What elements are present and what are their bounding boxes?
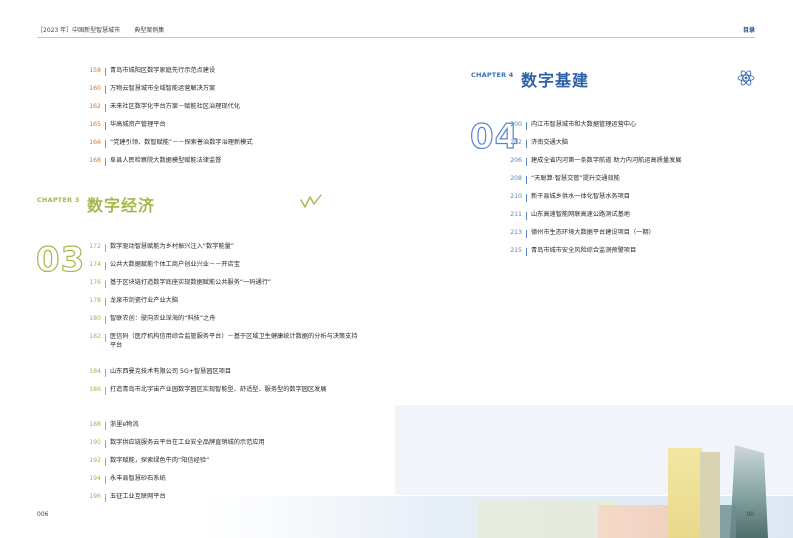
toc-entry-title: 永丰县智慧砂石系统 (110, 475, 166, 482)
toc-divider-bar (526, 230, 527, 238)
toc-entry-title: 青岛市城阳区数字家庭先行示范点建设 (110, 67, 216, 74)
toc-entry-title: 打造青岛市北宇宙产业园数字园区实现智能型、舒适型、服务型的数字园区发展 (110, 386, 327, 393)
toc-entry-title: 公共大数据赋能个体工商户创业兴业－－开店宝 (110, 261, 240, 268)
toc-entry-title: 未来社区数字化平台方案－赋能社区治理现代化 (110, 103, 240, 110)
toc-page-number: 178 (89, 297, 101, 304)
toc-divider-bar (105, 122, 106, 130)
toc-page-number: 168 (89, 157, 101, 164)
toc-entry-title: 数字供应链服务云平台在工业安全品牌直销城的示范应用 (110, 439, 265, 446)
book-title: ［2023 年］中国新型智慧城市 (37, 27, 121, 34)
toc-page-number: 206 (510, 157, 522, 164)
header-divider (37, 37, 755, 38)
running-header: ［2023 年］中国新型智慧城市 典型案例集 (37, 25, 164, 34)
toc-divider-bar (105, 334, 106, 342)
toc-divider-bar (105, 86, 106, 94)
toc-page-number: 210 (510, 193, 522, 200)
toc-page-number: 172 (89, 243, 101, 250)
trend-line-icon (300, 194, 322, 208)
toc-entry-title: 医信码（医疗机构信用综合监管服务平台）－基于区域卫生健康统计数据的分析与决策支持… (110, 333, 358, 349)
toc-entry-title: 济南交通大脑 (531, 139, 569, 146)
toc-entry-title: 新干县城乡供水一体化智慧水务项目 (531, 193, 630, 200)
toc-page-number: 174 (89, 261, 101, 268)
page-number-left: 006 (37, 511, 49, 518)
toc-page-number: 190 (89, 439, 101, 446)
toc-entry-title: 数字赋能，探索绿色牛肉“阳信经验” (110, 457, 210, 464)
toc-entry-title: 数字驱动智慧赋能为乡村振兴注入“数字能量” (110, 243, 234, 250)
toc-entry-title: 建成全省内河第一条数字航道 助力内河航运高质量发展 (531, 157, 682, 164)
toc-page-number: 186 (89, 386, 101, 393)
toc-page-number: 208 (510, 175, 522, 182)
toc-divider-bar (526, 176, 527, 184)
toc-entry-title: 智联农创：驶向农业深海的“科技”之舟 (110, 315, 216, 322)
toc-page-number: 176 (89, 279, 101, 286)
toc-divider-bar (105, 369, 106, 377)
toc-entry-title: 华高城资产管理平台 (110, 121, 166, 128)
toc-page-number: 160 (89, 85, 101, 92)
toc-divider-bar (105, 298, 106, 306)
section-title: 典型案例集 (134, 27, 165, 34)
toc-divider-bar (105, 244, 106, 252)
toc-page-number: 202 (510, 139, 522, 146)
toc-entry-title: 阜县人民检察院大数据模型赋能法律监督 (110, 157, 222, 164)
toc-divider-bar (105, 440, 106, 448)
toc-divider-bar (105, 140, 106, 148)
chapter-4-title: 数字基建 (521, 71, 590, 90)
toc-divider-bar (105, 387, 106, 395)
toc-page-number: 182 (89, 333, 101, 340)
toc-divider-bar (526, 248, 527, 256)
toc-divider-bar (526, 140, 527, 148)
toc-entry-title: 基于区块链打造数字底座实现数据赋能公共服务“一码通行” (110, 279, 272, 286)
toc-entry-title: 青岛市城市安全风险综合监测预警项目 (531, 247, 637, 254)
toc-page-number: 158 (89, 67, 101, 74)
toc-divider-bar (526, 212, 527, 220)
toc-entry-title: 龙泉市剑瓷行业产业大脑 (110, 297, 179, 304)
toc-divider-bar (105, 494, 106, 502)
toc-divider-bar (105, 104, 106, 112)
atom-icon (737, 70, 755, 86)
toc-page-number: 162 (89, 103, 101, 110)
toc-divider-bar (105, 316, 106, 324)
toc-entry-title: 五征工业互联网平台 (110, 493, 166, 500)
toc-page-number: 194 (89, 475, 101, 482)
toc-label: 目录 (742, 27, 755, 34)
toc-page-number: 166 (89, 139, 101, 146)
toc-page-number: 213 (510, 229, 522, 236)
toc-divider-bar (105, 422, 106, 430)
toc-divider-bar (526, 194, 527, 202)
toc-entry-title: 内江市智慧城市和大数据管理运营中心 (531, 121, 637, 128)
toc-page-number: 192 (89, 457, 101, 464)
chapter-4-label: CHAPTER 4 (471, 71, 514, 79)
toc-divider-bar (526, 158, 527, 166)
chapter-3-title: 数字经济 (87, 196, 156, 215)
chapter-3-number: 03 (35, 239, 86, 280)
toc-entry-title: 山东西曼克技术有限公司 5G+智慧园区项目 (110, 368, 232, 375)
toc-entry-title: “天聪算·智慧交管”提升交通效能 (531, 175, 620, 182)
toc-page-number: 211 (510, 211, 522, 218)
toc-page-number: 180 (89, 315, 101, 322)
toc-page-number: 184 (89, 368, 101, 375)
toc-page-number: 200 (510, 121, 522, 128)
toc-entry-title: 万物云智慧城市全域智能运营解决方案 (110, 85, 216, 92)
toc-divider-bar (526, 122, 527, 130)
toc-entry-title: 德州市生态环境大数据平台建设项目（一期） (531, 229, 655, 236)
toc-divider-bar (105, 476, 106, 484)
toc-divider-bar (105, 262, 106, 270)
toc-page-number: 188 (89, 421, 101, 428)
toc-divider-bar (105, 458, 106, 466)
toc-entry-title: 山东高速智能网联高速公路测试基地 (531, 211, 630, 218)
toc-page-number: 165 (89, 121, 101, 128)
page-number-right: 00 (746, 511, 754, 518)
toc-divider-bar (105, 68, 106, 76)
toc-entry-title: “党建引领、数智赋能”－－探索善治数字治理新模式 (110, 139, 253, 146)
toc-divider-bar (105, 158, 106, 166)
toc-divider-bar (105, 280, 106, 288)
chapter-3-label: CHAPTER 3 (37, 196, 80, 204)
toc-page-number: 215 (510, 247, 522, 254)
toc-page-number: 196 (89, 493, 101, 500)
toc-entry-title: 浙里e物流 (110, 421, 139, 428)
